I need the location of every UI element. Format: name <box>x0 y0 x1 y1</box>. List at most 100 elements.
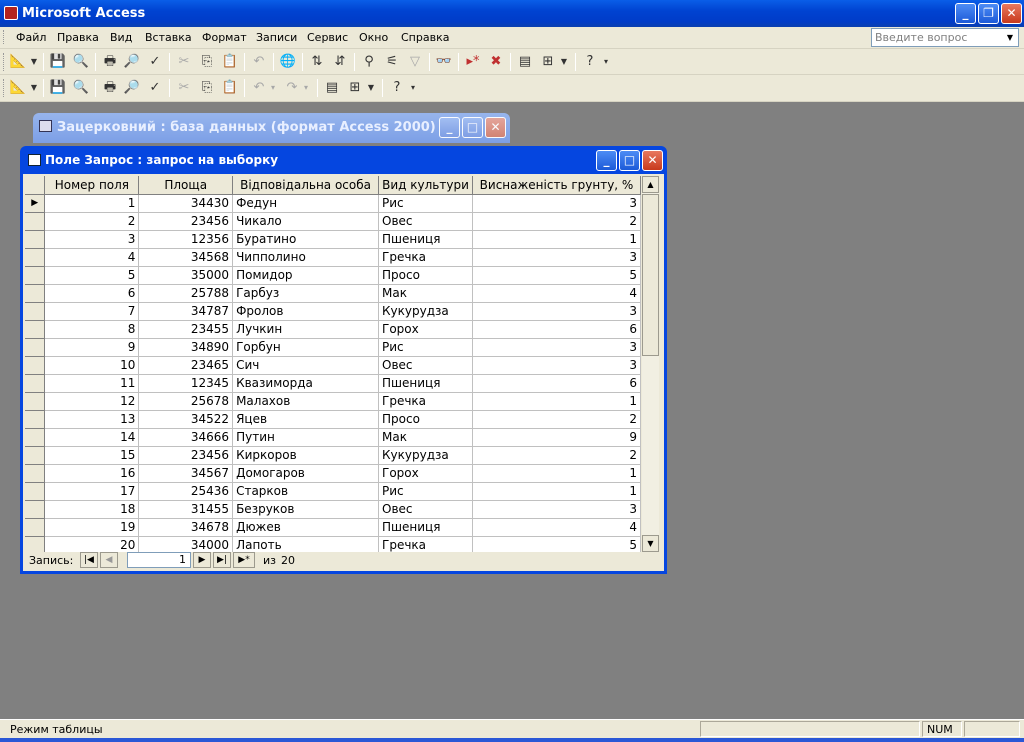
table-row[interactable]: 20 34000 Лапоть Гречка 5 <box>25 536 641 552</box>
menu-window[interactable]: Окно <box>359 31 388 44</box>
table-row[interactable]: 7 34787 Фролов Кукурудза 3 <box>25 302 641 321</box>
toolbar-grip[interactable] <box>3 79 6 97</box>
table-row[interactable]: 8 23455 Лучкин Горох 6 <box>25 320 641 339</box>
menu-records[interactable]: Записи <box>256 31 297 44</box>
table-cell[interactable]: Горбун <box>232 338 380 357</box>
new-object-dropdown-icon[interactable]: ▼ <box>366 79 376 97</box>
table-cell[interactable]: Рис <box>378 194 473 213</box>
query-minimize-button[interactable]: _ <box>596 150 617 171</box>
table-cell[interactable]: 9 <box>44 338 140 357</box>
current-record-input[interactable]: 1 <box>127 552 191 568</box>
table-cell[interactable]: Сич <box>232 356 380 375</box>
table-row[interactable]: 18 31455 Безруков Овес 3 <box>25 500 641 519</box>
table-cell[interactable]: Помидор <box>232 266 380 285</box>
table-cell[interactable]: Гречка <box>378 392 473 411</box>
menu-grip[interactable] <box>3 30 6 44</box>
table-row[interactable]: 6 25788 Гарбуз Мак 4 <box>25 284 641 303</box>
table-cell[interactable]: Киркоров <box>232 446 380 465</box>
query-window-title-bar[interactable]: Поле Запрос : запрос на выборку _ □ ✕ <box>23 146 664 174</box>
record-selector[interactable] <box>25 212 46 231</box>
help-dropdown-icon[interactable]: ▾ <box>408 79 418 97</box>
print-icon[interactable]: 🖶 <box>101 53 119 71</box>
undo-icon[interactable]: ↶ <box>250 79 268 97</box>
print-preview-icon[interactable]: 🔎 <box>123 53 141 71</box>
copy-icon[interactable]: ⎘ <box>198 53 216 71</box>
record-selector[interactable] <box>25 374 46 393</box>
table-cell[interactable]: Чикало <box>232 212 380 231</box>
vertical-scrollbar[interactable]: ▲ ▼ <box>642 176 659 552</box>
column-header[interactable]: Вид культури <box>378 176 473 195</box>
table-cell[interactable]: 4 <box>472 518 641 537</box>
view-design-icon[interactable]: 📐 <box>9 79 27 97</box>
table-cell[interactable]: 9 <box>472 428 641 447</box>
sort-ascending-icon[interactable]: ⇅ <box>308 53 326 71</box>
view-dropdown-icon[interactable]: ▼ <box>29 79 39 97</box>
table-cell[interactable]: 14 <box>44 428 140 447</box>
table-cell[interactable]: 3 <box>472 356 641 375</box>
help-icon[interactable]: ? <box>581 53 599 71</box>
table-cell[interactable]: 4 <box>472 284 641 303</box>
table-cell[interactable]: 6 <box>44 284 140 303</box>
table-cell[interactable]: Пшениця <box>378 374 473 393</box>
spelling-icon[interactable]: ✓ <box>146 79 164 97</box>
table-row[interactable]: 11 12345 Квазиморда Пшениця 6 <box>25 374 641 393</box>
table-cell[interactable]: 8 <box>44 320 140 339</box>
table-cell[interactable]: 16 <box>44 464 140 483</box>
table-row[interactable]: 12 25678 Малахов Гречка 1 <box>25 392 641 411</box>
current-record-selector-icon[interactable]: ▶ <box>25 194 46 213</box>
table-cell[interactable]: Лапоть <box>232 536 380 552</box>
record-selector[interactable] <box>25 428 46 447</box>
record-selector[interactable] <box>25 302 46 321</box>
table-cell[interactable]: Домогаров <box>232 464 380 483</box>
table-cell[interactable]: Безруков <box>232 500 380 519</box>
table-row[interactable]: 4 34568 Чипполино Гречка 3 <box>25 248 641 267</box>
record-selector[interactable] <box>25 500 46 519</box>
help-dropdown-icon[interactable]: ▾ <box>601 53 611 71</box>
record-selector[interactable] <box>25 320 46 339</box>
table-cell[interactable]: 3 <box>472 302 641 321</box>
table-cell[interactable]: 1 <box>472 464 641 483</box>
table-cell[interactable]: 1 <box>472 392 641 411</box>
scroll-thumb[interactable] <box>642 194 659 356</box>
undo-dropdown-icon[interactable]: ▾ <box>268 79 278 97</box>
copy-icon[interactable]: ⎘ <box>198 79 216 97</box>
database-window-icon[interactable]: ▤ <box>516 53 534 71</box>
table-cell[interactable]: 34000 <box>138 536 234 552</box>
menu-edit[interactable]: Правка <box>57 31 99 44</box>
table-cell[interactable]: Мак <box>378 428 473 447</box>
table-cell[interactable]: 31455 <box>138 500 234 519</box>
table-cell[interactable]: 18 <box>44 500 140 519</box>
spelling-icon[interactable]: ✓ <box>146 53 164 71</box>
column-header[interactable]: Номер поля <box>44 176 140 195</box>
table-row[interactable]: 14 34666 Путин Мак 9 <box>25 428 641 447</box>
record-selector[interactable] <box>25 284 46 303</box>
file-search-icon[interactable]: 🔍 <box>72 53 90 71</box>
menu-insert[interactable]: Вставка <box>145 31 192 44</box>
column-header[interactable]: Виснаженість грунту, % <box>472 176 641 195</box>
table-cell[interactable]: 15 <box>44 446 140 465</box>
table-cell[interactable]: Пшениця <box>378 518 473 537</box>
table-cell[interactable]: Просо <box>378 266 473 285</box>
table-cell[interactable]: 1 <box>472 482 641 501</box>
record-selector[interactable] <box>25 266 46 285</box>
table-row[interactable]: 15 23456 Киркоров Кукурудза 2 <box>25 446 641 465</box>
table-cell[interactable]: Горох <box>378 464 473 483</box>
redo-dropdown-icon[interactable]: ▾ <box>301 79 311 97</box>
table-cell[interactable]: Гарбуз <box>232 284 380 303</box>
table-row[interactable]: 19 34678 Дюжев Пшениця 4 <box>25 518 641 537</box>
access-key-icon[interactable] <box>4 6 18 20</box>
table-cell[interactable]: 25678 <box>138 392 234 411</box>
table-cell[interactable]: 12356 <box>138 230 234 249</box>
table-cell[interactable]: 6 <box>472 320 641 339</box>
first-record-icon[interactable]: |◀ <box>80 552 98 568</box>
table-cell[interactable]: Гречка <box>378 536 473 552</box>
table-row[interactable]: 5 35000 Помидор Просо 5 <box>25 266 641 285</box>
table-cell[interactable]: Горох <box>378 320 473 339</box>
table-cell[interactable]: 2 <box>472 212 641 231</box>
table-cell[interactable]: Кукурудза <box>378 302 473 321</box>
table-cell[interactable]: 11 <box>44 374 140 393</box>
record-selector[interactable] <box>25 338 46 357</box>
table-cell[interactable]: 25436 <box>138 482 234 501</box>
hyperlink-icon[interactable]: 🌐 <box>279 53 297 71</box>
table-row[interactable]: 3 12356 Буратино Пшениця 1 <box>25 230 641 249</box>
